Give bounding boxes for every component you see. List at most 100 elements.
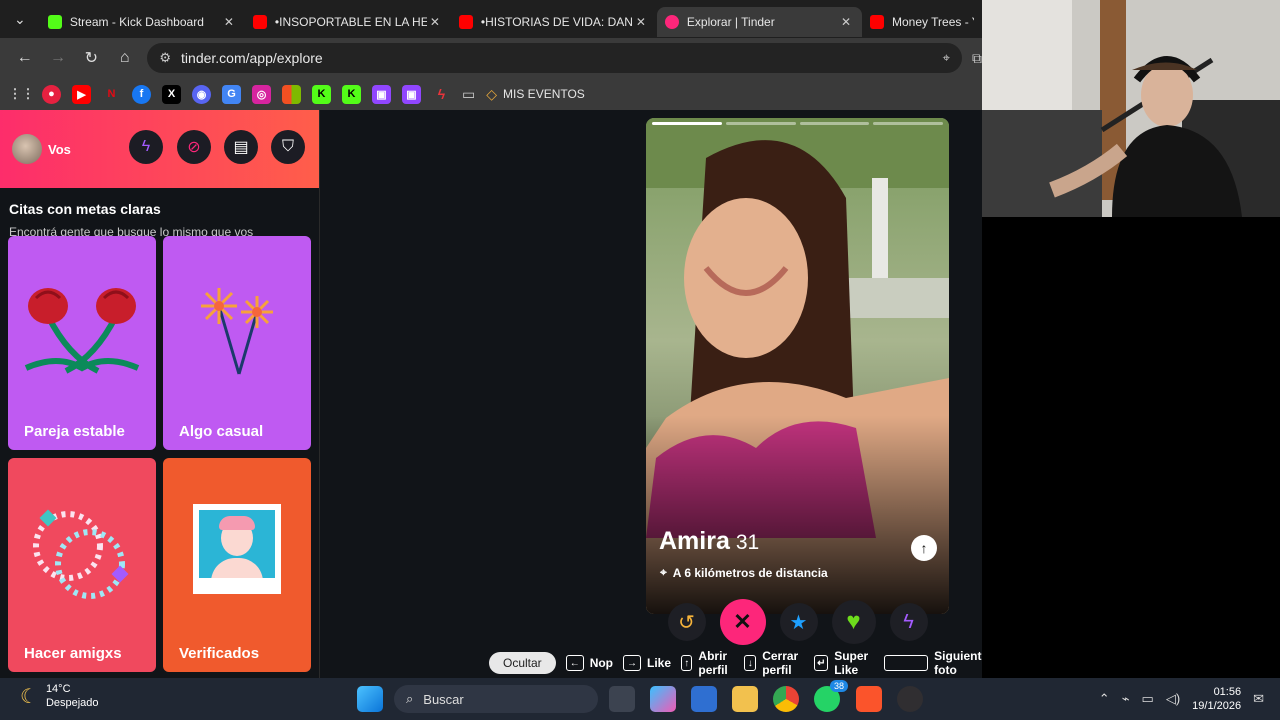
back-icon[interactable]: ← bbox=[8, 43, 41, 73]
display-icon[interactable]: ▭ bbox=[1142, 691, 1154, 707]
translate-icon[interactable]: G bbox=[222, 84, 241, 104]
twitch-icon[interactable]: ▣ bbox=[372, 84, 391, 104]
arrow-down-key-icon: ↓ bbox=[744, 655, 757, 671]
card-algo-casual[interactable]: Algo casual bbox=[163, 236, 311, 450]
location-pin-icon[interactable]: ⌖ bbox=[943, 50, 950, 66]
weather-widget[interactable]: ☾ 14°C Despejado bbox=[20, 682, 99, 710]
tab-close-icon[interactable]: ✕ bbox=[838, 15, 854, 29]
like-button[interactable]: ♥ bbox=[831, 600, 876, 644]
facebook-icon[interactable]: f bbox=[132, 84, 151, 104]
tab-youtube-1[interactable]: •INSOPORTABLE EN LA HEL ✕ bbox=[245, 7, 451, 37]
tab-close-icon[interactable]: ✕ bbox=[427, 15, 443, 29]
chevron-up-icon[interactable]: ⌃ bbox=[1099, 691, 1110, 707]
network-icon[interactable]: ⌁ bbox=[1122, 691, 1130, 707]
hint-close-profile: ↓ Cerrar perfil bbox=[744, 649, 804, 677]
kick-favicon-icon bbox=[47, 15, 62, 29]
arrow-up-key-icon: ↑ bbox=[681, 655, 693, 671]
task-view-icon[interactable] bbox=[609, 686, 635, 712]
profile-name: Amira 31 bbox=[659, 527, 760, 555]
photo-progress-segment bbox=[873, 122, 943, 125]
tab-kick-dashboard[interactable]: Stream - Kick Dashboard ✕ bbox=[40, 7, 245, 37]
card-pareja-estable[interactable]: Pareja estable bbox=[8, 236, 156, 450]
twitch-icon-2[interactable]: ▣ bbox=[402, 84, 421, 104]
netflix-icon[interactable]: N bbox=[102, 85, 121, 104]
search-icon: ⌕ bbox=[406, 691, 414, 706]
system-tray: ⌃ ⌁ ▭ ◁) 01:56 19/1/2026 ✉ bbox=[1099, 678, 1280, 720]
boost-button[interactable]: ϟ bbox=[889, 603, 928, 641]
tab-tinder[interactable]: Explorar | Tinder ✕ bbox=[656, 7, 862, 37]
hide-hints-button[interactable]: Ocultar bbox=[489, 652, 556, 674]
site-settings-icon[interactable]: ⚙ bbox=[159, 50, 171, 66]
windows-start-icon[interactable] bbox=[357, 686, 383, 712]
kick-icon-2[interactable]: K bbox=[342, 84, 361, 104]
nope-button[interactable]: ✕ bbox=[719, 599, 766, 645]
card-hacer-amigxs[interactable]: Hacer amigxs bbox=[8, 458, 156, 672]
reload-icon[interactable]: ↻ bbox=[75, 43, 108, 73]
kick-icon[interactable]: K bbox=[312, 84, 331, 104]
profile-distance: ⌖ A 6 kilómetros de distancia bbox=[660, 565, 828, 580]
microsoft-icon[interactable] bbox=[282, 84, 301, 104]
open-profile-icon[interactable]: ↑ bbox=[911, 535, 937, 561]
browser-tab-strip: ⌄ Stream - Kick Dashboard ✕ •INSOPORTABL… bbox=[0, 0, 982, 38]
photo-progress-segment bbox=[725, 122, 796, 125]
tab-youtube-3[interactable]: Money Trees - Yo bbox=[862, 7, 982, 37]
whatsapp-icon[interactable]: 38 bbox=[814, 680, 848, 712]
file-explorer-icon[interactable] bbox=[732, 686, 758, 712]
tag-icon: ◇ bbox=[486, 85, 498, 102]
boost-icon[interactable]: ϟ bbox=[129, 130, 163, 164]
hint-like: → Like bbox=[623, 655, 671, 671]
tab-search-icon[interactable]: ⌄ bbox=[0, 0, 40, 38]
discord-icon[interactable]: ◉ bbox=[192, 84, 211, 104]
avatar[interactable] bbox=[12, 134, 42, 164]
card-label: Algo casual bbox=[179, 423, 264, 440]
explore-icon[interactable]: ⊘ bbox=[177, 130, 211, 164]
roses-icon bbox=[24, 288, 140, 374]
bookmark-mis-eventos[interactable]: ◇ MIS EVENTOS bbox=[486, 86, 585, 103]
obs-icon[interactable] bbox=[897, 686, 923, 712]
photo-progress-segment bbox=[652, 122, 722, 125]
card-label: Hacer amigxs bbox=[24, 645, 122, 662]
moon-icon: ☾ bbox=[20, 685, 38, 708]
hint-open-profile: ↑ Abrir perfil bbox=[681, 649, 734, 677]
rewind-button[interactable]: ↺ bbox=[667, 603, 706, 641]
copilot-icon[interactable] bbox=[650, 686, 676, 712]
folder-icon[interactable]: ▭ bbox=[462, 86, 475, 103]
bracelets-icon bbox=[33, 509, 129, 599]
tab-title: •INSOPORTABLE EN LA HEL bbox=[274, 15, 427, 29]
temperature: 14°C bbox=[45, 683, 71, 695]
youtube-icon[interactable]: ▶ bbox=[72, 84, 91, 104]
bolt-icon[interactable]: ϟ bbox=[432, 85, 451, 104]
taskbar-search[interactable]: ⌕ Buscar bbox=[394, 685, 598, 713]
briefcase-icon[interactable]: ▤ bbox=[224, 130, 258, 164]
tab-close-icon[interactable]: ✕ bbox=[221, 15, 237, 29]
tab-youtube-2[interactable]: •HISTORIAS DE VIDA: DANIE ✕ bbox=[451, 7, 657, 37]
profile-label[interactable]: Vos bbox=[48, 142, 71, 157]
brave-icon[interactable] bbox=[856, 686, 882, 712]
tab-title: Stream - Kick Dashboard bbox=[69, 15, 204, 29]
instagram-icon[interactable]: ◎ bbox=[252, 84, 271, 104]
card-verificados[interactable]: Verificados bbox=[163, 458, 311, 672]
tab-close-icon[interactable]: ✕ bbox=[633, 15, 649, 29]
keyboard-hints: Ocultar ← Nop → Like ↑ Abrir perfil ↓ Cerrar… bbox=[489, 649, 998, 677]
store-icon[interactable] bbox=[691, 686, 717, 712]
bookmark-label: MIS EVENTOS bbox=[503, 87, 585, 101]
card-label: Pareja estable bbox=[24, 423, 125, 440]
cast-icon[interactable]: ⧉ bbox=[972, 50, 982, 67]
forward-icon[interactable]: → bbox=[41, 43, 74, 73]
circle-play-icon[interactable]: ● bbox=[42, 84, 61, 104]
x-icon[interactable]: X bbox=[162, 84, 181, 104]
super-like-button[interactable]: ★ bbox=[779, 603, 818, 641]
shield-icon[interactable]: ⛉ bbox=[271, 130, 305, 164]
clock[interactable]: 01:56 19/1/2026 bbox=[1192, 685, 1241, 713]
url-text[interactable]: tinder.com/app/explore bbox=[181, 50, 935, 66]
time: 01:56 bbox=[1213, 686, 1242, 698]
profile-card[interactable]: Amira 31 ⌖ A 6 kilómetros de distancia ↑ bbox=[646, 118, 949, 614]
home-icon[interactable]: ⌂ bbox=[108, 43, 141, 73]
address-bar[interactable]: ⚙ tinder.com/app/explore ⌖ bbox=[147, 43, 962, 73]
apps-grid-icon[interactable]: ⋮⋮ bbox=[9, 85, 35, 104]
volume-icon[interactable]: ◁) bbox=[1166, 691, 1180, 707]
notifications-icon[interactable]: ✉ bbox=[1253, 691, 1264, 707]
bookmarks-bar: ⋮⋮ ● ▶ N f X ◉ G ◎ K K ▣ ▣ ϟ ▭ ◇ MIS EVE… bbox=[0, 78, 982, 110]
card-label: Verificados bbox=[179, 645, 260, 662]
chrome-icon[interactable] bbox=[773, 686, 799, 712]
